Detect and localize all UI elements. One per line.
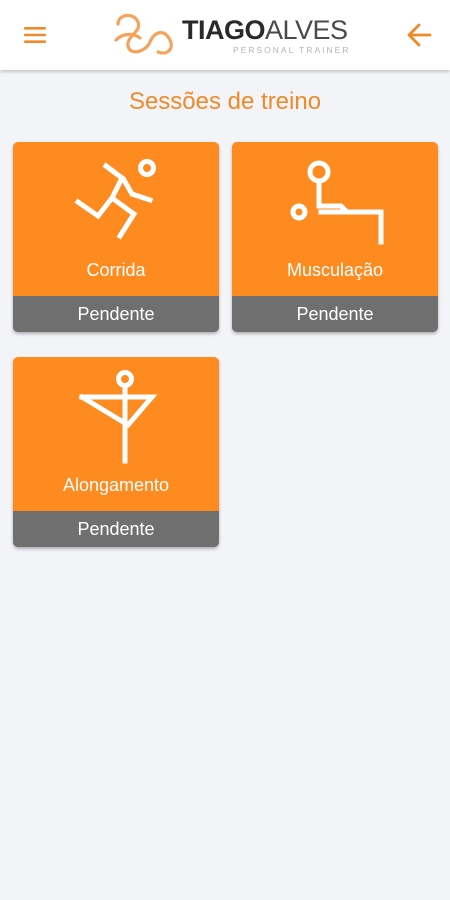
logo-mark-icon [114,13,173,55]
session-status: Pendente [232,296,438,332]
session-label: Alongamento [62,475,170,495]
back-button[interactable] [400,18,440,52]
session-status: Pendente [13,511,219,547]
session-card-alongamento[interactable]: Alongamento Pendente [13,357,219,547]
logo-first-name: TIAGO [182,15,266,45]
menu-button[interactable] [14,20,58,50]
running-icon [74,159,156,240]
session-label: Musculação [286,260,384,280]
logo-subtitle: PERSONAL TRAINER [233,45,351,55]
weightlifting-icon [290,160,384,245]
session-card-musculacao[interactable]: Musculação Pendente [232,142,438,332]
session-status: Pendente [13,296,219,332]
session-card-corrida[interactable]: Corrida Pendente [13,142,219,332]
brand-logo: TIAGOALVES PERSONAL TRAINER [112,10,349,62]
arrow-left-icon [407,23,432,47]
page-title: Sessões de treino [128,88,322,115]
logo-name: TIAGOALVES [182,15,348,45]
hamburger-menu-icon [24,27,46,43]
top-app-bar: TIAGOALVES PERSONAL TRAINER [0,0,450,70]
session-label: Corrida [86,260,146,280]
logo-last-name: ALVES [265,15,348,45]
stretching-icon [78,370,158,464]
